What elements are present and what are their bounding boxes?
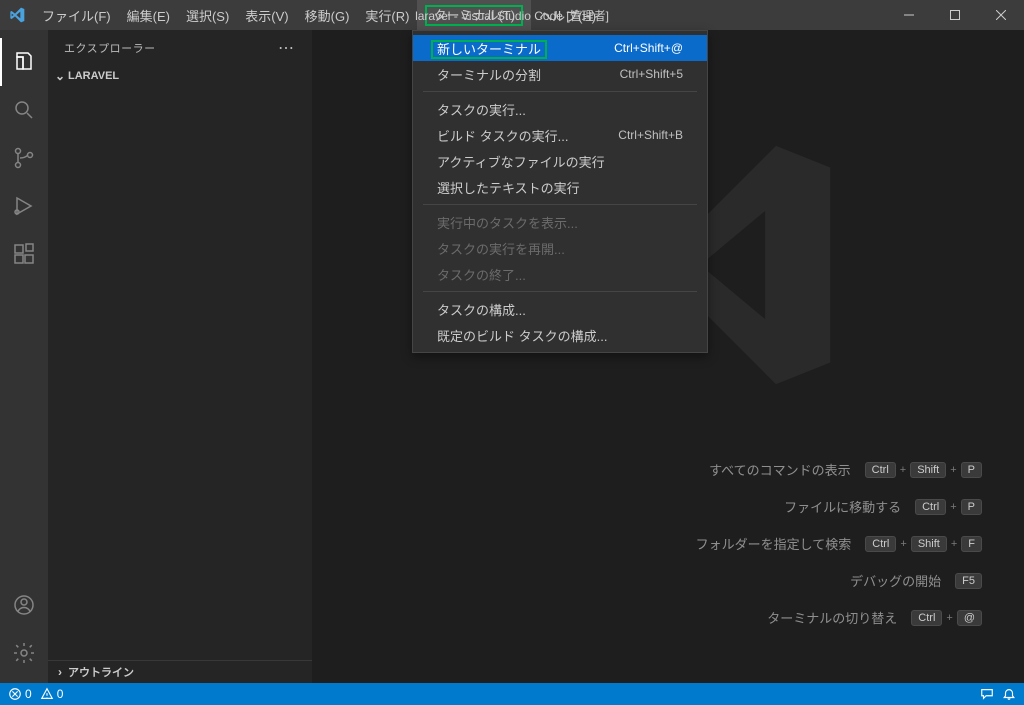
source-control-icon[interactable] <box>0 134 48 182</box>
menu-item-12[interactable]: タスクの構成... <box>413 296 707 322</box>
menu-separator <box>423 204 697 205</box>
sidebar: エクスプローラー ⋯ ⌄ LARAVEL › アウトライン <box>48 30 312 683</box>
welcome-shortcut-row: ファイルに移動するCtrl+P <box>696 497 984 516</box>
keycap: P <box>961 499 982 515</box>
shortcut-label: ターミナルの切り替え <box>767 608 897 627</box>
menu-item-4[interactable]: ビルド タスクの実行...Ctrl+Shift+B <box>413 122 707 148</box>
outline-header[interactable]: › アウトライン <box>48 661 312 683</box>
extensions-icon[interactable] <box>0 230 48 278</box>
vscode-logo-icon <box>0 7 34 23</box>
shortcut-label: すべてのコマンドの表示 <box>709 460 851 479</box>
menu-item-10: タスクの終了... <box>413 261 707 287</box>
keycap: F <box>961 536 982 552</box>
menu-run[interactable]: 実行(R) <box>357 0 417 30</box>
activity-bar <box>0 30 48 683</box>
menu-item-8: 実行中のタスクを表示... <box>413 209 707 235</box>
keycap: Ctrl <box>865 462 896 478</box>
menu-go[interactable]: 移動(G) <box>297 0 358 30</box>
status-errors[interactable]: 0 <box>8 687 32 701</box>
explorer-icon[interactable] <box>0 38 48 86</box>
welcome-shortcut-row: ターミナルの切り替えCtrl+@ <box>696 608 984 627</box>
status-warnings[interactable]: 0 <box>40 687 64 701</box>
close-button[interactable] <box>978 0 1024 30</box>
menu-item-9: タスクの実行を再開... <box>413 235 707 261</box>
welcome-shortcut-row: すべてのコマンドの表示Ctrl+Shift+P <box>696 460 984 479</box>
status-feedback-icon[interactable] <box>980 687 994 701</box>
menu-view[interactable]: 表示(V) <box>237 0 296 30</box>
keycap: Ctrl <box>865 536 896 552</box>
settings-gear-icon[interactable] <box>0 629 48 677</box>
statusbar: 0 0 <box>0 683 1024 705</box>
window-controls <box>886 0 1024 30</box>
chevron-down-icon: ⌄ <box>52 69 68 83</box>
menu-separator <box>423 91 697 92</box>
menu-item-3[interactable]: タスクの実行... <box>413 96 707 122</box>
shortcut-label: ファイルに移動する <box>784 497 901 516</box>
menu-separator <box>423 291 697 292</box>
keycap: F5 <box>955 573 982 589</box>
menu-item-0[interactable]: 新しいターミナルCtrl+Shift+@ <box>413 35 707 61</box>
menu-item-5[interactable]: アクティブなファイルの実行 <box>413 148 707 174</box>
sidebar-title: エクスプローラー <box>64 40 156 56</box>
terminal-menu-dropdown: 新しいターミナルCtrl+Shift+@ターミナルの分割Ctrl+Shift+5… <box>412 30 708 353</box>
maximize-button[interactable] <box>932 0 978 30</box>
welcome-shortcut-row: フォルダーを指定して検索Ctrl+Shift+F <box>696 534 984 553</box>
outline-label: アウトライン <box>68 664 134 680</box>
shortcut-label: デバッグの開始 <box>850 571 941 590</box>
sidebar-header: エクスプローラー ⋯ <box>48 30 312 65</box>
keycap: P <box>961 462 982 478</box>
menu-selection[interactable]: 選択(S) <box>178 0 237 30</box>
titlebar: ファイル(F) 編集(E) 選択(S) 表示(V) 移動(G) 実行(R) ター… <box>0 0 1024 30</box>
shortcut-label: フォルダーを指定して検索 <box>696 534 852 553</box>
keycap: Shift <box>910 462 946 478</box>
minimize-button[interactable] <box>886 0 932 30</box>
menu-file[interactable]: ファイル(F) <box>34 0 119 30</box>
welcome-shortcut-row: デバッグの開始 F5 <box>696 571 984 590</box>
search-icon[interactable] <box>0 86 48 134</box>
welcome-shortcuts: すべてのコマンドの表示Ctrl+Shift+Pファイルに移動するCtrl+Pフォ… <box>696 460 984 627</box>
keycap: @ <box>957 610 982 626</box>
run-debug-icon[interactable] <box>0 182 48 230</box>
keycap: Ctrl <box>911 610 942 626</box>
project-header[interactable]: ⌄ LARAVEL <box>48 65 312 87</box>
project-name: LARAVEL <box>68 70 119 82</box>
menu-item-1[interactable]: ターミナルの分割Ctrl+Shift+5 <box>413 61 707 87</box>
keycap: Shift <box>911 536 947 552</box>
menu-item-13[interactable]: 既定のビルド タスクの構成... <box>413 322 707 348</box>
window-title: laravel - Visual Studio Code [管理者] <box>415 7 609 24</box>
account-icon[interactable] <box>0 581 48 629</box>
sidebar-more-icon[interactable]: ⋯ <box>278 38 296 58</box>
menu-item-6[interactable]: 選択したテキストの実行 <box>413 174 707 200</box>
menu-edit[interactable]: 編集(E) <box>119 0 178 30</box>
keycap: Ctrl <box>915 499 946 515</box>
chevron-right-icon: › <box>52 665 68 679</box>
status-bell-icon[interactable] <box>1002 687 1016 701</box>
